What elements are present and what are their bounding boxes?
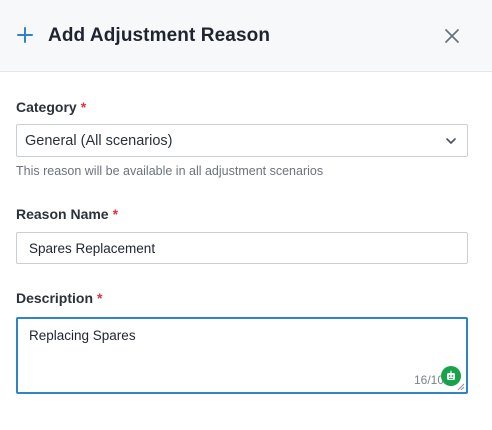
assistant-icon[interactable] [441, 366, 461, 386]
close-icon[interactable] [442, 26, 462, 46]
reason-name-value: Spares Replacement [29, 241, 156, 256]
required-marker: * [80, 99, 87, 115]
required-marker: * [112, 206, 119, 222]
dialog-title: Add Adjustment Reason [48, 25, 271, 46]
category-select[interactable]: General (All scenarios) [16, 124, 468, 157]
plus-icon [17, 27, 33, 43]
robot-icon [447, 370, 455, 380]
description-textarea[interactable]: Replacing Spares 16/10 [16, 317, 468, 394]
chevron-down-icon [446, 138, 456, 144]
description-label: Description * [16, 290, 103, 306]
dialog-header: Add Adjustment Reason [0, 0, 492, 72]
description-value: Replacing Spares [29, 328, 136, 343]
reason-name-input[interactable]: Spares Replacement [16, 232, 468, 264]
category-label: Category * [16, 99, 87, 115]
character-counter: 16/10 [413, 373, 444, 387]
category-value: General (All scenarios) [25, 133, 173, 149]
category-help-text: This reason will be available in all adj… [16, 164, 324, 178]
required-marker: * [97, 290, 103, 306]
reason-name-label: Reason Name * [16, 206, 119, 222]
resize-handle-icon[interactable] [457, 383, 465, 391]
